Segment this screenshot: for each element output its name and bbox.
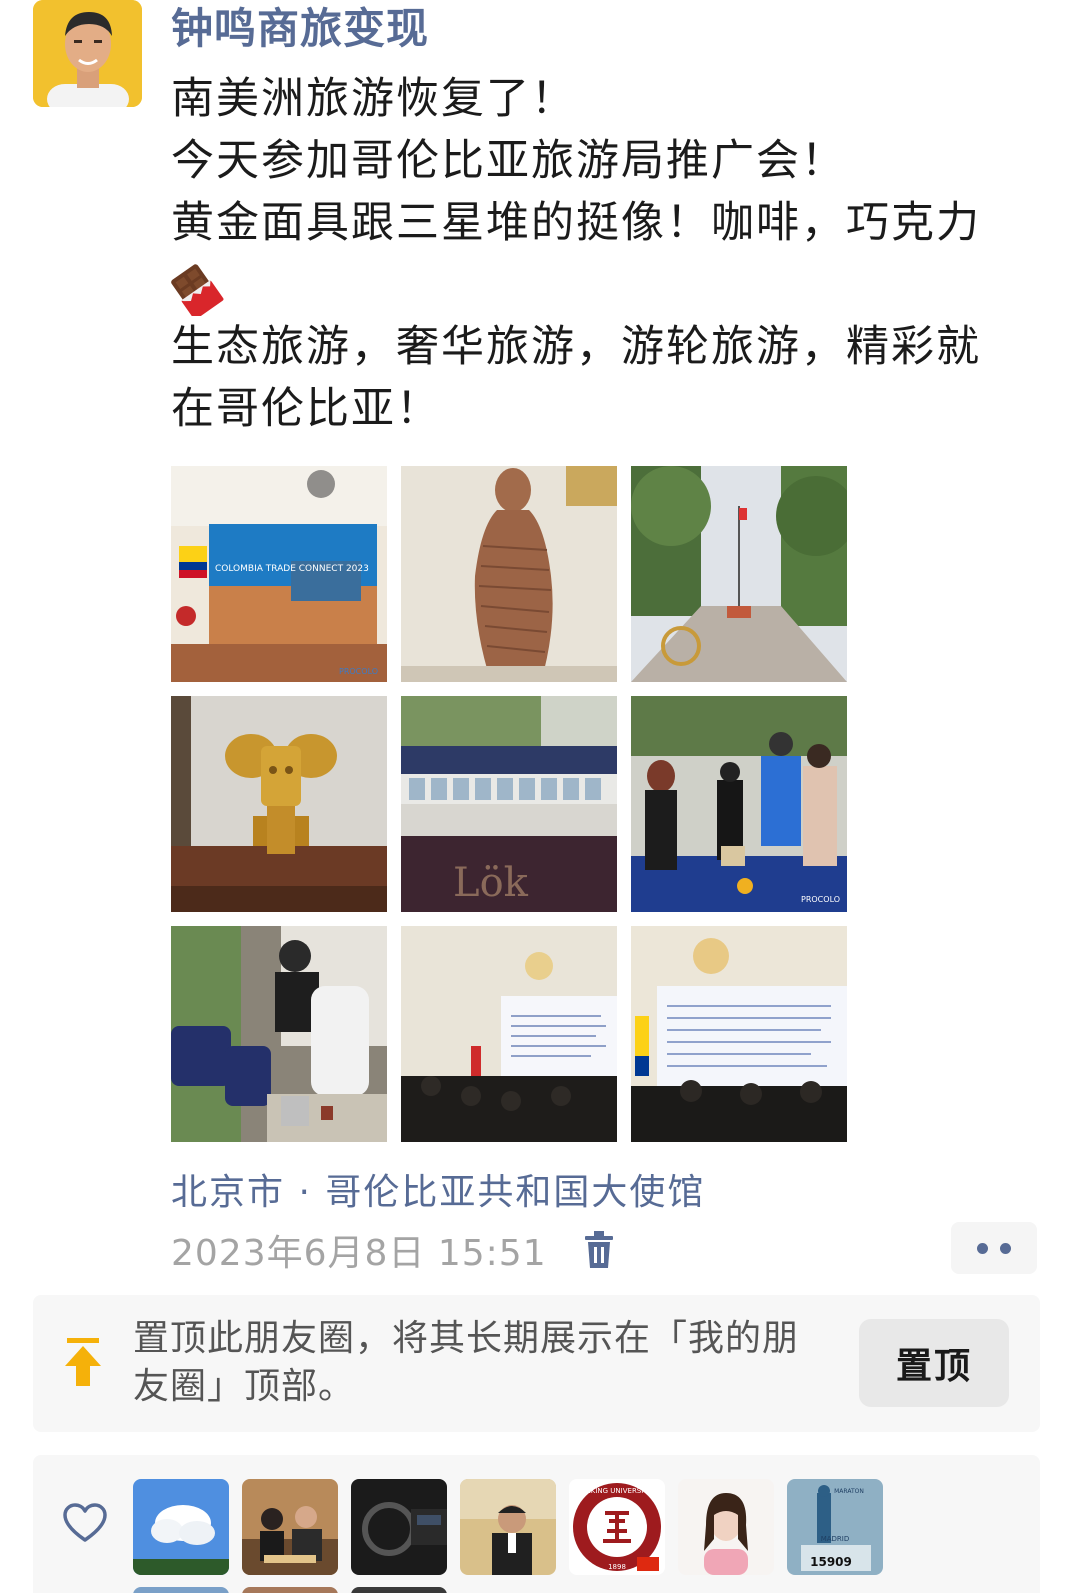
liker-avatar[interactable] — [133, 1587, 229, 1593]
photo-barista[interactable] — [171, 926, 387, 1142]
post-timestamp: 2023年6月8日 15:51 — [171, 1233, 547, 1274]
liker-avatar[interactable] — [242, 1479, 338, 1575]
liker-avatar[interactable]: PEKING UNIVERSITY 1898 — [569, 1479, 665, 1575]
pku-text: PEKING UNIVERSITY — [582, 1487, 652, 1495]
post-text: 南美洲旅游恢复了！ 今天参加哥伦比亚旅游局推广会！ 黄金面具跟三星堆的挺像！咖啡… — [171, 68, 1041, 440]
post-line: 生态旅游，奢华旅游，游轮旅游，精彩就 — [171, 322, 981, 372]
photo-coffee-table[interactable]: Lök — [401, 696, 617, 912]
photo-embassy-garden[interactable] — [631, 466, 847, 682]
coffee-brand: Lök — [453, 860, 529, 906]
likes-section: PEKING UNIVERSITY 1898 MARATON MADRID 15… — [33, 1455, 1040, 1593]
author-name[interactable]: 钟鸣商旅变现 — [171, 4, 429, 54]
liker-avatar[interactable] — [351, 1479, 447, 1575]
liker-avatar[interactable] — [133, 1479, 229, 1575]
photo-grid: COLOMBIA TRADE CONNECT 2023 PROCOLO Lök … — [171, 466, 851, 1142]
liker-avatars: PEKING UNIVERSITY 1898 MARATON MADRID 15… — [133, 1479, 883, 1575]
liker-avatars-row-2 — [133, 1587, 447, 1593]
photo-presentation-2[interactable] — [631, 926, 847, 1142]
banner-text: COLOMBIA TRADE CONNECT 2023 — [215, 564, 369, 574]
photo-event-banner[interactable]: COLOMBIA TRADE CONNECT 2023 PROCOLO — [171, 466, 387, 682]
photo-gold-mask[interactable] — [171, 696, 387, 912]
liker-avatar[interactable]: MARATON MADRID 15909 — [787, 1479, 883, 1575]
liker-avatar[interactable] — [460, 1479, 556, 1575]
registration-logo: PROCOLO — [801, 895, 840, 904]
pin-to-top-icon — [65, 1338, 101, 1386]
pin-to-top-button[interactable]: 置顶 — [859, 1319, 1009, 1407]
liker-avatar[interactable] — [351, 1587, 447, 1593]
post-location[interactable]: 北京市 · 哥伦比亚共和国大使馆 — [171, 1163, 705, 1215]
post-line: 今天参加哥伦比亚旅游局推广会！ — [171, 136, 846, 186]
post-meta: 2023年6月8日 15:51 — [171, 1222, 615, 1278]
photo-presentation-1[interactable] — [401, 926, 617, 1142]
photo-statue[interactable] — [401, 466, 617, 682]
post-line: 黄金面具跟三星堆的挺像！咖啡，巧克力 — [171, 198, 981, 248]
liker-avatar[interactable] — [242, 1587, 338, 1593]
pin-description: 置顶此朋友圈，将其长期展示在「我的朋友圈」顶部。 — [133, 1318, 800, 1407]
pin-to-top-card: 置顶此朋友圈，将其长期展示在「我的朋友圈」顶部。 置顶 — [33, 1295, 1040, 1432]
author-avatar[interactable] — [33, 0, 142, 107]
post-emoji-line — [171, 254, 1041, 316]
heart-icon — [63, 1503, 107, 1542]
banner-logo: PROCOLO — [339, 667, 378, 676]
chocolate-bar-icon — [171, 263, 224, 316]
more-dot — [977, 1242, 988, 1254]
post-line: 南美洲旅游恢复了！ — [171, 74, 576, 124]
pku-year: 1898 — [608, 1563, 626, 1571]
marathon-text: MARATON — [834, 1488, 864, 1495]
more-dot — [1000, 1242, 1011, 1254]
post-line: 在哥伦比亚！ — [171, 384, 441, 434]
photo-registration[interactable]: PROCOLO — [631, 696, 847, 912]
trash-icon[interactable] — [583, 1230, 615, 1270]
more-dots-icon[interactable] — [951, 1222, 1037, 1274]
marathon-bib: 15909 — [810, 1555, 852, 1569]
marathon-city: MADRID — [821, 1535, 850, 1543]
liker-avatar[interactable] — [678, 1479, 774, 1575]
